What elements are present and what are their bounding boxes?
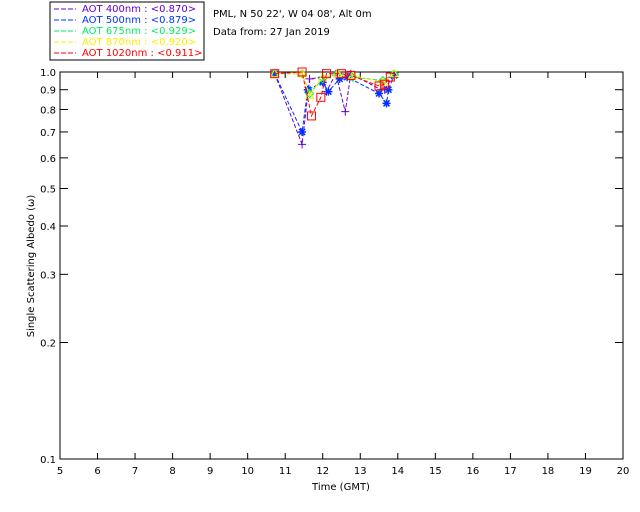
legend-entry: AOT 870nm : <0.920> — [82, 37, 196, 48]
y-tick-label: 0.4 — [40, 222, 56, 233]
data-point — [341, 107, 350, 116]
data-point — [375, 89, 384, 98]
x-tick-label: 9 — [207, 466, 213, 477]
marks — [269, 67, 399, 149]
series-line — [274, 71, 391, 118]
plot-area — [59, 71, 624, 460]
x-tick-label: 19 — [579, 466, 592, 477]
header-line-1: PML, N 50 22', W 04 08', Alt 0m — [213, 9, 372, 20]
x-tick-label: 17 — [504, 466, 517, 477]
y-axis-label: Single Scattering Albedo (ω) — [26, 195, 37, 338]
x-tick-label: 7 — [132, 466, 138, 477]
x-tick-label: 18 — [542, 466, 555, 477]
y-tick-label: 0.8 — [40, 106, 56, 117]
header-line-2: Data from: 27 Jan 2019 — [213, 27, 330, 38]
x-tick-label: 15 — [429, 466, 442, 477]
data-point — [382, 99, 391, 108]
y-tick-label: 0.2 — [40, 339, 56, 350]
y-tick-label: 0.9 — [40, 86, 56, 97]
x-tick-label: 16 — [466, 466, 479, 477]
data-point — [298, 140, 307, 149]
x-tick-label: 14 — [391, 466, 404, 477]
axes: 5 6 7 8 9 10 11 12 13 14 15 16 17 18 19 20 0.1 0.2 0.3 0.4 0… — [40, 68, 629, 477]
x-tick-label: 8 — [169, 466, 175, 477]
legend-entry: AOT 500nm : <0.879> — [82, 15, 196, 26]
y-tick-label: 0.3 — [40, 270, 56, 281]
y-tick-label: 1.0 — [40, 68, 56, 79]
data-point — [305, 74, 314, 83]
x-axis-label: Time (GMT) — [311, 482, 370, 493]
x-tick-label: 10 — [241, 466, 254, 477]
series-1 — [270, 69, 399, 136]
y-tick-label: 0.6 — [40, 154, 56, 165]
x-tick-label: 13 — [354, 466, 367, 477]
x-tick-label: 20 — [617, 466, 630, 477]
x-tick-label: 12 — [316, 466, 329, 477]
y-tick-label: 0.7 — [40, 128, 56, 139]
legend-entry: AOT 400nm : <0.870> — [82, 4, 196, 15]
chart: AOT 400nm : <0.870>AOT 500nm : <0.879>AO… — [26, 1, 629, 493]
x-tick-label: 6 — [94, 466, 100, 477]
y-tick-label: 0.1 — [40, 455, 56, 466]
x-tick-label: 11 — [279, 466, 292, 477]
data-point — [324, 87, 333, 96]
y-tick-label: 0.5 — [40, 184, 56, 195]
legend-entry: AOT 1020nm : <0.911> — [82, 48, 202, 59]
x-tick-label: 5 — [57, 466, 63, 477]
legend-entry: AOT 675nm : <0.929> — [82, 26, 196, 37]
data-point — [298, 127, 307, 136]
